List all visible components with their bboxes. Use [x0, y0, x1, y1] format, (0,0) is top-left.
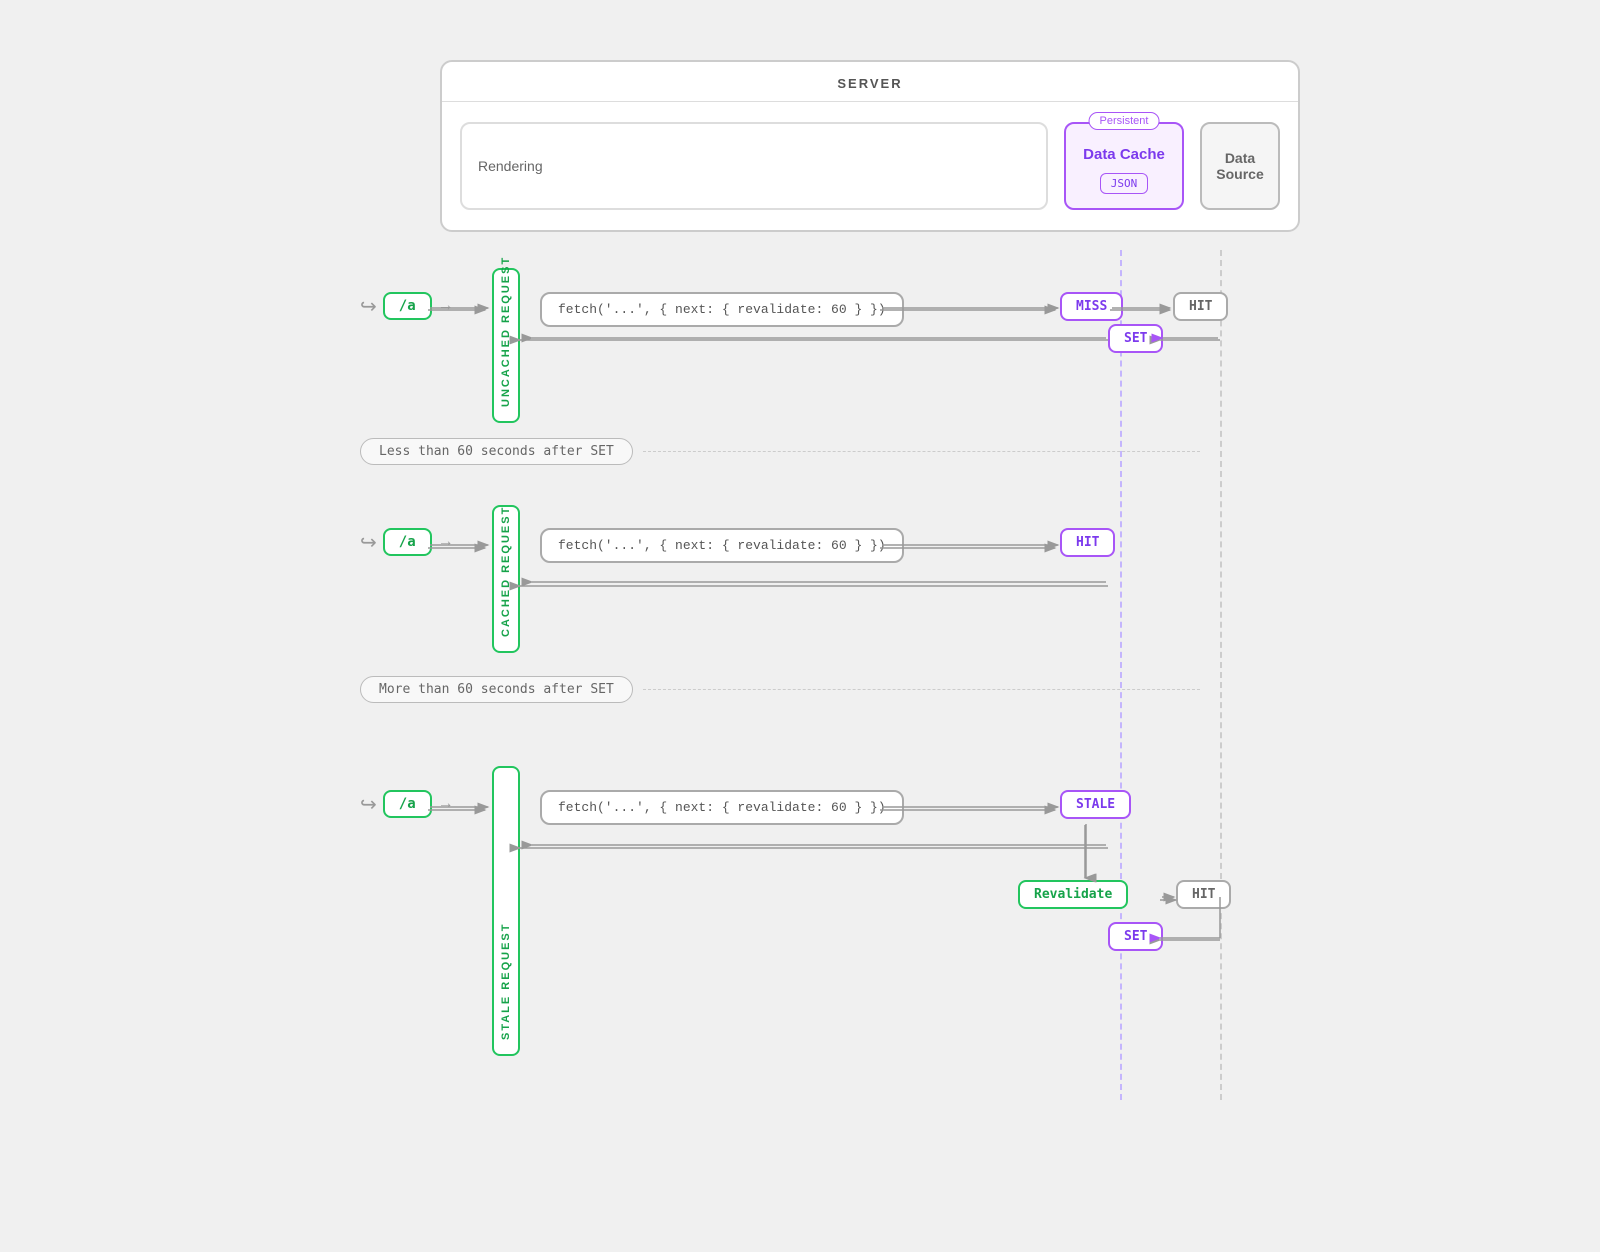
set-badge-1: SET: [1108, 324, 1163, 353]
separator-1: Less than 60 seconds after SET: [360, 438, 1200, 465]
data-source-box: Data Source: [1200, 122, 1280, 210]
data-cache-dashed-line: [1120, 250, 1122, 1100]
separator-label-2: More than 60 seconds after SET: [360, 676, 633, 703]
hook-icon-3: ↩: [360, 792, 377, 817]
set-badge-2: SET: [1108, 922, 1163, 951]
arrow-1: →: [438, 297, 454, 315]
uncached-request-bar: UNCACHED REQUEST: [492, 268, 528, 423]
route-3: ↩ /a →: [360, 790, 454, 818]
hook-icon-1: ↩: [360, 294, 377, 319]
hook-icon-2: ↩: [360, 530, 377, 555]
flow-diagram: ↩ /a → UNCACHED REQUEST fetch('...', { n…: [300, 250, 1300, 1100]
route-badge-3: /a: [383, 790, 432, 818]
arrows-svg: [300, 250, 1300, 1100]
route-badge-1: /a: [383, 292, 432, 320]
arrows-svg-2: [300, 250, 1300, 1100]
data-cache-title: Data Cache: [1083, 146, 1165, 163]
diagram-wrapper: SERVER Rendering Persistent Data Cache J…: [300, 30, 1300, 1100]
uncached-request-label: UNCACHED REQUEST: [492, 268, 520, 423]
miss-badge: MISS: [1060, 292, 1123, 321]
fetch-code-3: fetch('...', { next: { revalidate: 60 } …: [540, 790, 904, 825]
separator-line-2: [643, 689, 1200, 690]
rendering-box: Rendering: [460, 122, 1048, 210]
separator-2: More than 60 seconds after SET: [360, 676, 1200, 703]
cached-request-bar: CACHED REQUEST: [492, 505, 528, 653]
stale-badge: STALE: [1060, 790, 1131, 819]
rendering-label: Rendering: [478, 158, 543, 174]
route-2: ↩ /a →: [360, 528, 454, 556]
server-label: SERVER: [442, 62, 1298, 102]
route-1: ↩ /a →: [360, 292, 454, 320]
server-box: SERVER Rendering Persistent Data Cache J…: [440, 60, 1300, 232]
fetch-code-2: fetch('...', { next: { revalidate: 60 } …: [540, 528, 904, 563]
route-badge-2: /a: [383, 528, 432, 556]
hit-badge-2: HIT: [1060, 528, 1115, 557]
json-badge: JSON: [1100, 173, 1149, 194]
arrow-3: →: [438, 795, 454, 813]
persistent-badge: Persistent: [1089, 112, 1160, 130]
stale-request-label: STALE REQUEST: [492, 766, 520, 1056]
stale-request-bar: STALE REQUEST: [492, 766, 528, 1056]
data-source-dashed-line: [1220, 250, 1222, 1100]
data-cache-box: Persistent Data Cache JSON: [1064, 122, 1184, 210]
separator-label-1: Less than 60 seconds after SET: [360, 438, 633, 465]
hit-badge-3: HIT: [1176, 880, 1231, 909]
arrow-2: →: [438, 533, 454, 551]
server-region: SERVER Rendering Persistent Data Cache J…: [380, 60, 1260, 232]
cached-request-label: CACHED REQUEST: [492, 505, 520, 653]
revalidate-badge: Revalidate: [1018, 880, 1128, 909]
separator-line-1: [643, 451, 1200, 452]
fetch-code-1: fetch('...', { next: { revalidate: 60 } …: [540, 292, 904, 327]
hit-badge-1: HIT: [1173, 292, 1228, 321]
